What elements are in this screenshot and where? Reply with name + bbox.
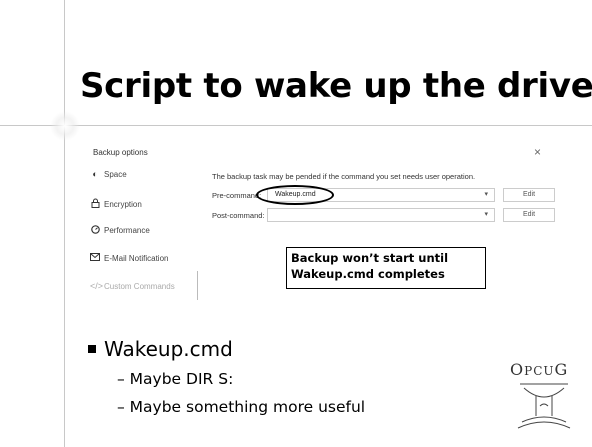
close-icon[interactable]: × — [534, 145, 541, 159]
sidebar-item-label: Performance — [104, 226, 150, 235]
sidebar-item-encryption[interactable]: Encryption — [90, 198, 142, 210]
callout-line-1: Backup won’t start until — [291, 251, 449, 265]
logo-wordmark: OPCUG — [510, 360, 569, 379]
slide-title: Script to wake up the drive — [80, 66, 592, 106]
sidebar-item-space[interactable]: ◐ Space — [90, 169, 127, 179]
warning-message: The backup task may be pended if the com… — [212, 172, 476, 181]
speedometer-icon — [90, 225, 100, 236]
sidebar-divider — [197, 271, 198, 300]
bullet-main-text: Wakeup.cmd — [104, 337, 233, 361]
options-sidebar: ◐ Space Encryption Performance E-Mail No… — [79, 165, 199, 300]
sidebar-item-label: E-Mail Notification — [104, 253, 169, 263]
sidebar-item-label: Custom Commands — [104, 281, 175, 291]
callout-line-2: Wakeup.cmd completes — [291, 267, 445, 281]
opcug-logo: OPCUG — [496, 360, 592, 447]
bullet-sub-2: – Maybe something more useful — [117, 398, 366, 416]
pre-command-label: Pre-command: — [212, 191, 262, 200]
sidebar-item-email-notification[interactable]: E-Mail Notification — [90, 253, 168, 263]
post-command-select[interactable]: ▾ — [267, 208, 495, 222]
post-command-edit-button[interactable]: Edit — [503, 208, 555, 222]
pre-command-edit-button[interactable]: Edit — [503, 188, 555, 202]
sidebar-item-label: Space — [104, 169, 127, 179]
bullet-main: Wakeup.cmd — [88, 337, 233, 361]
gauge-icon: ◐ — [92, 169, 98, 179]
mail-icon — [90, 253, 100, 263]
chevron-down-icon: ▾ — [484, 211, 488, 218]
bullet-sub-1: – Maybe DIR S: — [117, 370, 234, 388]
sidebar-item-performance[interactable]: Performance — [90, 225, 150, 236]
bullet-square-icon — [88, 345, 96, 353]
sidebar-item-label: Encryption — [104, 199, 142, 209]
vertical-rule — [64, 0, 65, 447]
chevron-down-icon: ▾ — [484, 191, 488, 198]
code-icon: </> — [90, 281, 104, 291]
horizontal-rule — [0, 125, 592, 126]
logo-emblem-icon — [517, 383, 571, 429]
highlight-ellipse — [256, 185, 334, 205]
callout-box: Backup won’t start until Wakeup.cmd comp… — [286, 247, 486, 289]
post-command-label: Post-command: — [212, 211, 265, 220]
sidebar-item-custom-commands[interactable]: </> Custom Commands — [90, 281, 175, 291]
lock-icon — [90, 198, 100, 210]
dialog-title: Backup options — [93, 148, 148, 157]
rule-glow — [50, 111, 80, 141]
